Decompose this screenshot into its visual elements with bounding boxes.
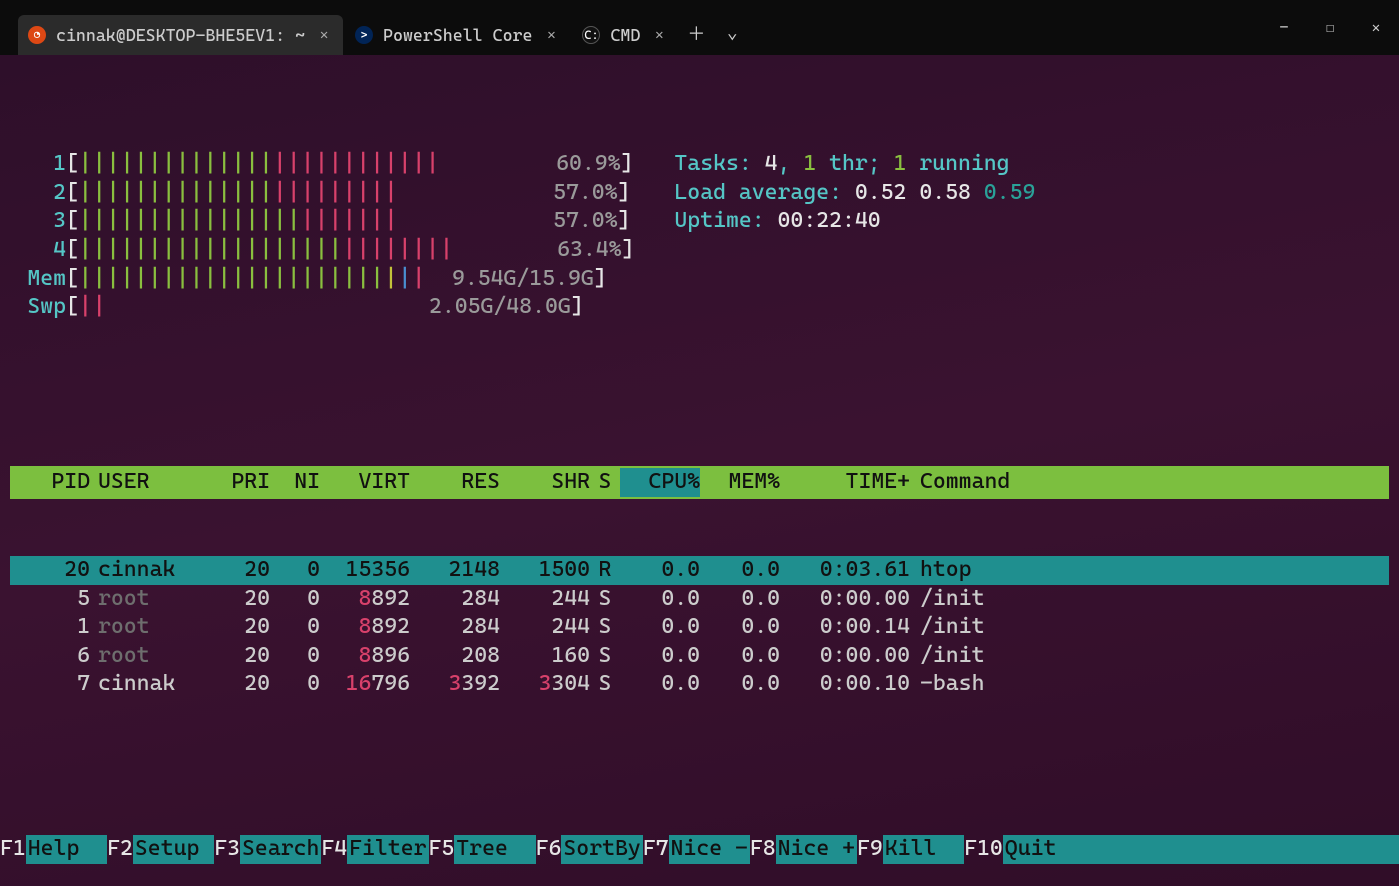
process-row[interactable]: 7cinnak2001679633923304S0.00.00:00.10-ba… <box>10 670 1389 699</box>
uptime-line: Uptime: 00:22:40 <box>674 207 1035 236</box>
htop-footer[interactable]: F1Help F2Setup F3SearchF4FilterF5Tree F6… <box>0 835 1399 864</box>
col-s[interactable]: S <box>590 468 620 497</box>
col-shr[interactable]: SHR <box>500 468 590 497</box>
meter-Mem: Mem[||||||||||||||||||||||||| 9.54G/15.9… <box>10 265 634 294</box>
process-row[interactable]: 1root2008892284244S0.00.00:00.14/init <box>10 613 1389 642</box>
tab-label: CMD <box>610 25 640 45</box>
cmd-icon: C: <box>582 26 600 44</box>
new-tab-button[interactable]: ＋ <box>678 15 714 51</box>
maximize-button[interactable]: ☐ <box>1307 12 1353 44</box>
process-row[interactable]: 20cinnak2001535621481500R0.00.00:03.61ht… <box>10 556 1389 585</box>
tab-dropdown-button[interactable]: ⌄ <box>714 15 750 51</box>
tab-close-button[interactable]: ✕ <box>315 26 333 44</box>
col-pid[interactable]: PID <box>10 468 90 497</box>
meter- 3: 3[||||||||||||||||||||||| 57.0%] <box>10 207 634 236</box>
tab-label: cinnak@DESKTOP-BHE5EV1: ~ <box>56 25 305 45</box>
fn-f2[interactable]: F2Setup <box>107 835 214 864</box>
tab-close-button[interactable]: ✕ <box>542 26 560 44</box>
footer-fill <box>1084 835 1399 864</box>
fn-f9[interactable]: F9Kill <box>857 835 964 864</box>
window-titlebar: ◔ cinnak@DESKTOP-BHE5EV1: ~ ✕ > PowerShell C… <box>0 0 1399 55</box>
terminal-area[interactable]: 1[|||||||||||||||||||||||||| 60.9%] 2[||… <box>0 55 1399 886</box>
tab-cmd[interactable]: C: CMD ✕ <box>572 15 678 55</box>
col-cpu[interactable]: CPU% <box>620 468 700 497</box>
col-time[interactable]: TIME+ <box>780 468 910 497</box>
ubuntu-icon: ◔ <box>28 26 46 44</box>
fn-f4[interactable]: F4Filter <box>321 835 428 864</box>
process-table-header[interactable]: PIDUSERPRINIVIRTRESSHRSCPU%MEM%TIME+Comm… <box>10 466 1389 499</box>
ps-icon: > <box>355 26 373 44</box>
fn-f1[interactable]: F1Help <box>0 835 107 864</box>
fn-f8[interactable]: F8Nice + <box>750 835 857 864</box>
fn-f10[interactable]: F10Quit <box>964 835 1084 864</box>
col-ni[interactable]: NI <box>270 468 320 497</box>
fn-f5[interactable]: F5Tree <box>429 835 536 864</box>
meter- 4: 4[||||||||||||||||||||||||||| 63.4%] <box>10 236 634 265</box>
meter- 1: 1[|||||||||||||||||||||||||| 60.9%] <box>10 150 634 179</box>
fn-f7[interactable]: F7Nice - <box>643 835 750 864</box>
col-virt[interactable]: VIRT <box>320 468 410 497</box>
tab-label: PowerShell Core <box>383 25 532 45</box>
close-window-button[interactable]: ✕ <box>1353 12 1399 44</box>
col-command[interactable]: Command <box>910 468 1389 497</box>
col-user[interactable]: USER <box>90 468 210 497</box>
tasks-line: Tasks: 4, 1 thr; 1 running <box>674 150 1035 179</box>
minimize-button[interactable]: — <box>1261 12 1307 44</box>
process-row[interactable]: 5root2008892284244S0.00.00:00.00/init <box>10 585 1389 614</box>
tab-close-button[interactable]: ✕ <box>650 26 668 44</box>
process-row[interactable]: 6root2008896208160S0.00.00:00.00/init <box>10 642 1389 671</box>
load-line: Load average: 0.52 0.58 0.59 <box>674 179 1035 208</box>
col-res[interactable]: RES <box>410 468 500 497</box>
tab-ps[interactable]: > PowerShell Core ✕ <box>345 15 570 55</box>
fn-f6[interactable]: F6SortBy <box>536 835 643 864</box>
col-mem[interactable]: MEM% <box>700 468 780 497</box>
meter-Swp: Swp[|| 2.05G/48.0G] <box>10 293 634 322</box>
tab-ubuntu[interactable]: ◔ cinnak@DESKTOP-BHE5EV1: ~ ✕ <box>18 15 343 55</box>
col-pri[interactable]: PRI <box>210 468 270 497</box>
meter- 2: 2[||||||||||||||||||||||| 57.0%] <box>10 179 634 208</box>
fn-f3[interactable]: F3Search <box>214 835 321 864</box>
